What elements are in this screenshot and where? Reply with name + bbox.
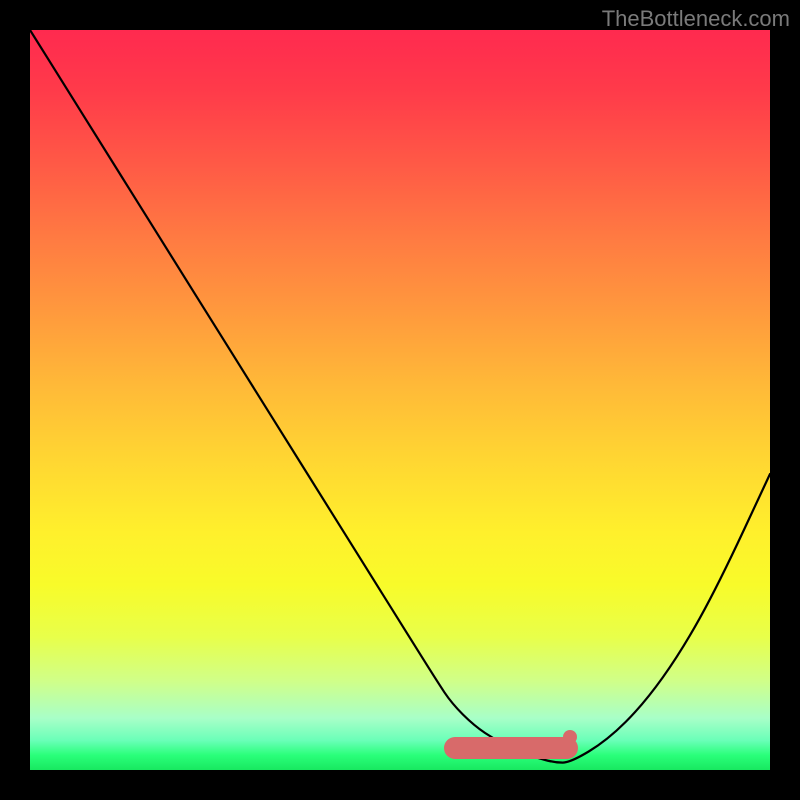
- chart-plot-area: [30, 30, 770, 770]
- bottleneck-curve-svg: [30, 30, 770, 770]
- bottleneck-curve-path: [30, 30, 770, 763]
- optimal-point-marker: [563, 730, 577, 744]
- watermark-text: TheBottleneck.com: [602, 6, 790, 32]
- optimal-range-marker: [444, 737, 578, 759]
